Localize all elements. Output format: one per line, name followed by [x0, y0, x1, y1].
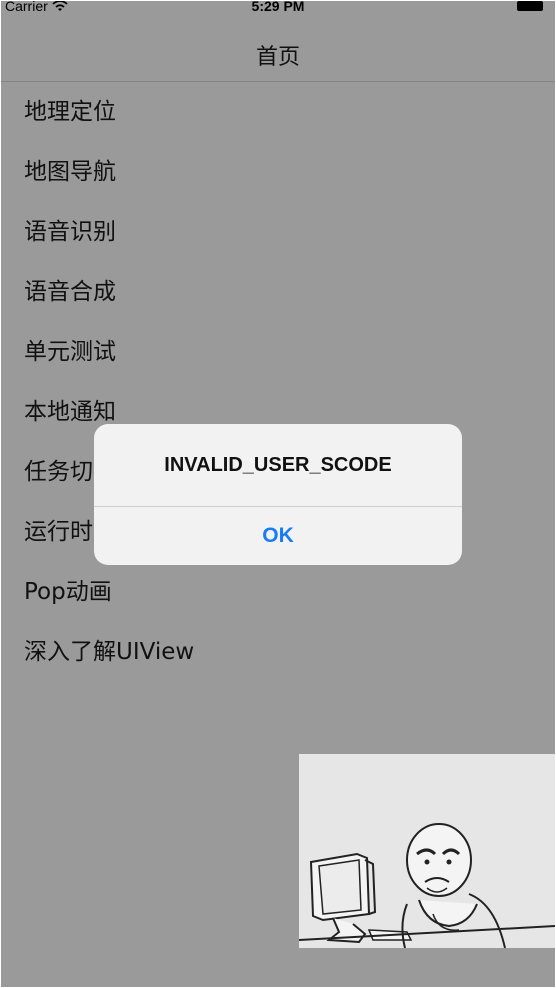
- status-bar: Carrier 5:29 PM: [1, 1, 555, 17]
- menu-item-pop-animation[interactable]: Pop动画: [1, 562, 555, 622]
- menu-item-unit-test[interactable]: 单元测试: [1, 322, 555, 382]
- app-screen: Carrier 5:29 PM 首页 地理定位 地图导航 语音识别 语音合成 单…: [1, 1, 555, 987]
- menu-item-speech-recognition[interactable]: 语音识别: [1, 202, 555, 262]
- meme-illustration: [299, 754, 555, 948]
- menu-item-speech-synthesis[interactable]: 语音合成: [1, 262, 555, 322]
- meme-computer-guy-image: [299, 754, 555, 948]
- battery-icon: [517, 1, 543, 11]
- menu-list: 地理定位 地图导航 语音识别 语音合成 单元测试 本地通知 任务切换 运行时 P…: [1, 82, 555, 682]
- menu-item-map-navigation[interactable]: 地图导航: [1, 142, 555, 202]
- alert-dialog: INVALID_USER_SCODE OK: [94, 424, 462, 565]
- alert-ok-button[interactable]: OK: [94, 507, 462, 565]
- menu-item-location[interactable]: 地理定位: [1, 82, 555, 142]
- status-time: 5:29 PM: [251, 1, 305, 14]
- navigation-bar: 首页: [1, 17, 555, 82]
- alert-title: INVALID_USER_SCODE: [164, 454, 392, 476]
- page-title: 首页: [255, 45, 300, 70]
- menu-item-uiview[interactable]: 深入了解UIView: [1, 622, 555, 682]
